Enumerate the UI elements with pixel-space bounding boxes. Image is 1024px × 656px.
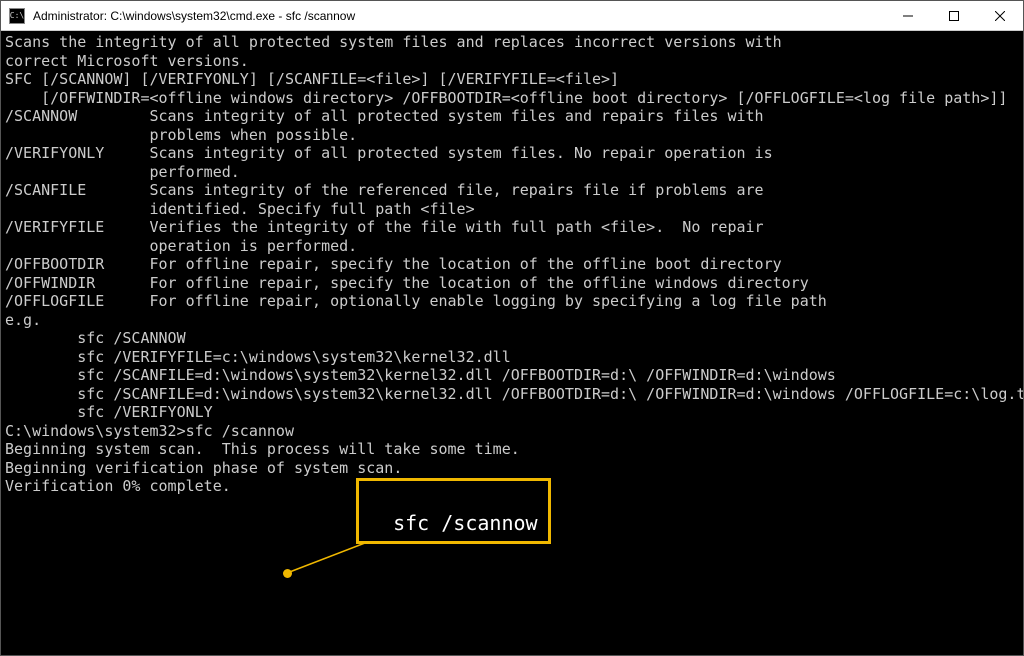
terminal-line: Beginning system scan. This process will… — [5, 440, 1019, 459]
terminal-line: [/OFFWINDIR=<offline windows directory> … — [5, 89, 1019, 108]
cmd-icon: C:\ — [9, 8, 25, 24]
terminal-line: e.g. — [5, 311, 1019, 330]
terminal-line: /VERIFYFILE Verifies the integrity of th… — [5, 218, 1019, 237]
terminal-line: sfc /SCANFILE=d:\windows\system32\kernel… — [5, 385, 1019, 404]
terminal-line: Beginning verification phase of system s… — [5, 459, 1019, 478]
terminal-line: Scans the integrity of all protected sys… — [5, 33, 1019, 52]
titlebar[interactable]: C:\ Administrator: C:\windows\system32\c… — [1, 1, 1023, 31]
callout-dot — [283, 569, 292, 578]
close-button[interactable] — [977, 1, 1023, 30]
window-title: Administrator: C:\windows\system32\cmd.e… — [33, 9, 885, 23]
terminal-line: /SCANNOW Scans integrity of all protecte… — [5, 107, 1019, 126]
terminal-line: identified. Specify full path <file> — [5, 200, 1019, 219]
callout-text: sfc /scannow — [393, 511, 538, 535]
window-controls — [885, 1, 1023, 30]
minimize-button[interactable] — [885, 1, 931, 30]
maximize-icon — [949, 11, 959, 21]
cmd-window: C:\ Administrator: C:\windows\system32\c… — [0, 0, 1024, 656]
minimize-icon — [903, 11, 913, 21]
annotation-callout: sfc /scannow — [356, 478, 551, 544]
close-icon — [995, 11, 1005, 21]
terminal-line: /OFFLOGFILE For offline repair, optional… — [5, 292, 1019, 311]
terminal-line: SFC [/SCANNOW] [/VERIFYONLY] [/SCANFILE=… — [5, 70, 1019, 89]
terminal-line: C:\windows\system32>sfc /scannow — [5, 422, 1019, 441]
terminal-line: sfc /VERIFYFILE=c:\windows\system32\kern… — [5, 348, 1019, 367]
terminal-output[interactable]: Scans the integrity of all protected sys… — [1, 31, 1023, 655]
terminal-line: /OFFBOOTDIR For offline repair, specify … — [5, 255, 1019, 274]
terminal-line: /SCANFILE Scans integrity of the referen… — [5, 181, 1019, 200]
terminal-line: /VERIFYONLY Scans integrity of all prote… — [5, 144, 1019, 163]
terminal-line: sfc /VERIFYONLY — [5, 403, 1019, 422]
terminal-line: operation is performed. — [5, 237, 1019, 256]
terminal-line: correct Microsoft versions. — [5, 52, 1019, 71]
terminal-line: sfc /SCANNOW — [5, 329, 1019, 348]
terminal-line: sfc /SCANFILE=d:\windows\system32\kernel… — [5, 366, 1019, 385]
terminal-line: performed. — [5, 163, 1019, 182]
terminal-line: /OFFWINDIR For offline repair, specify t… — [5, 274, 1019, 293]
terminal-line: problems when possible. — [5, 126, 1019, 145]
maximize-button[interactable] — [931, 1, 977, 30]
